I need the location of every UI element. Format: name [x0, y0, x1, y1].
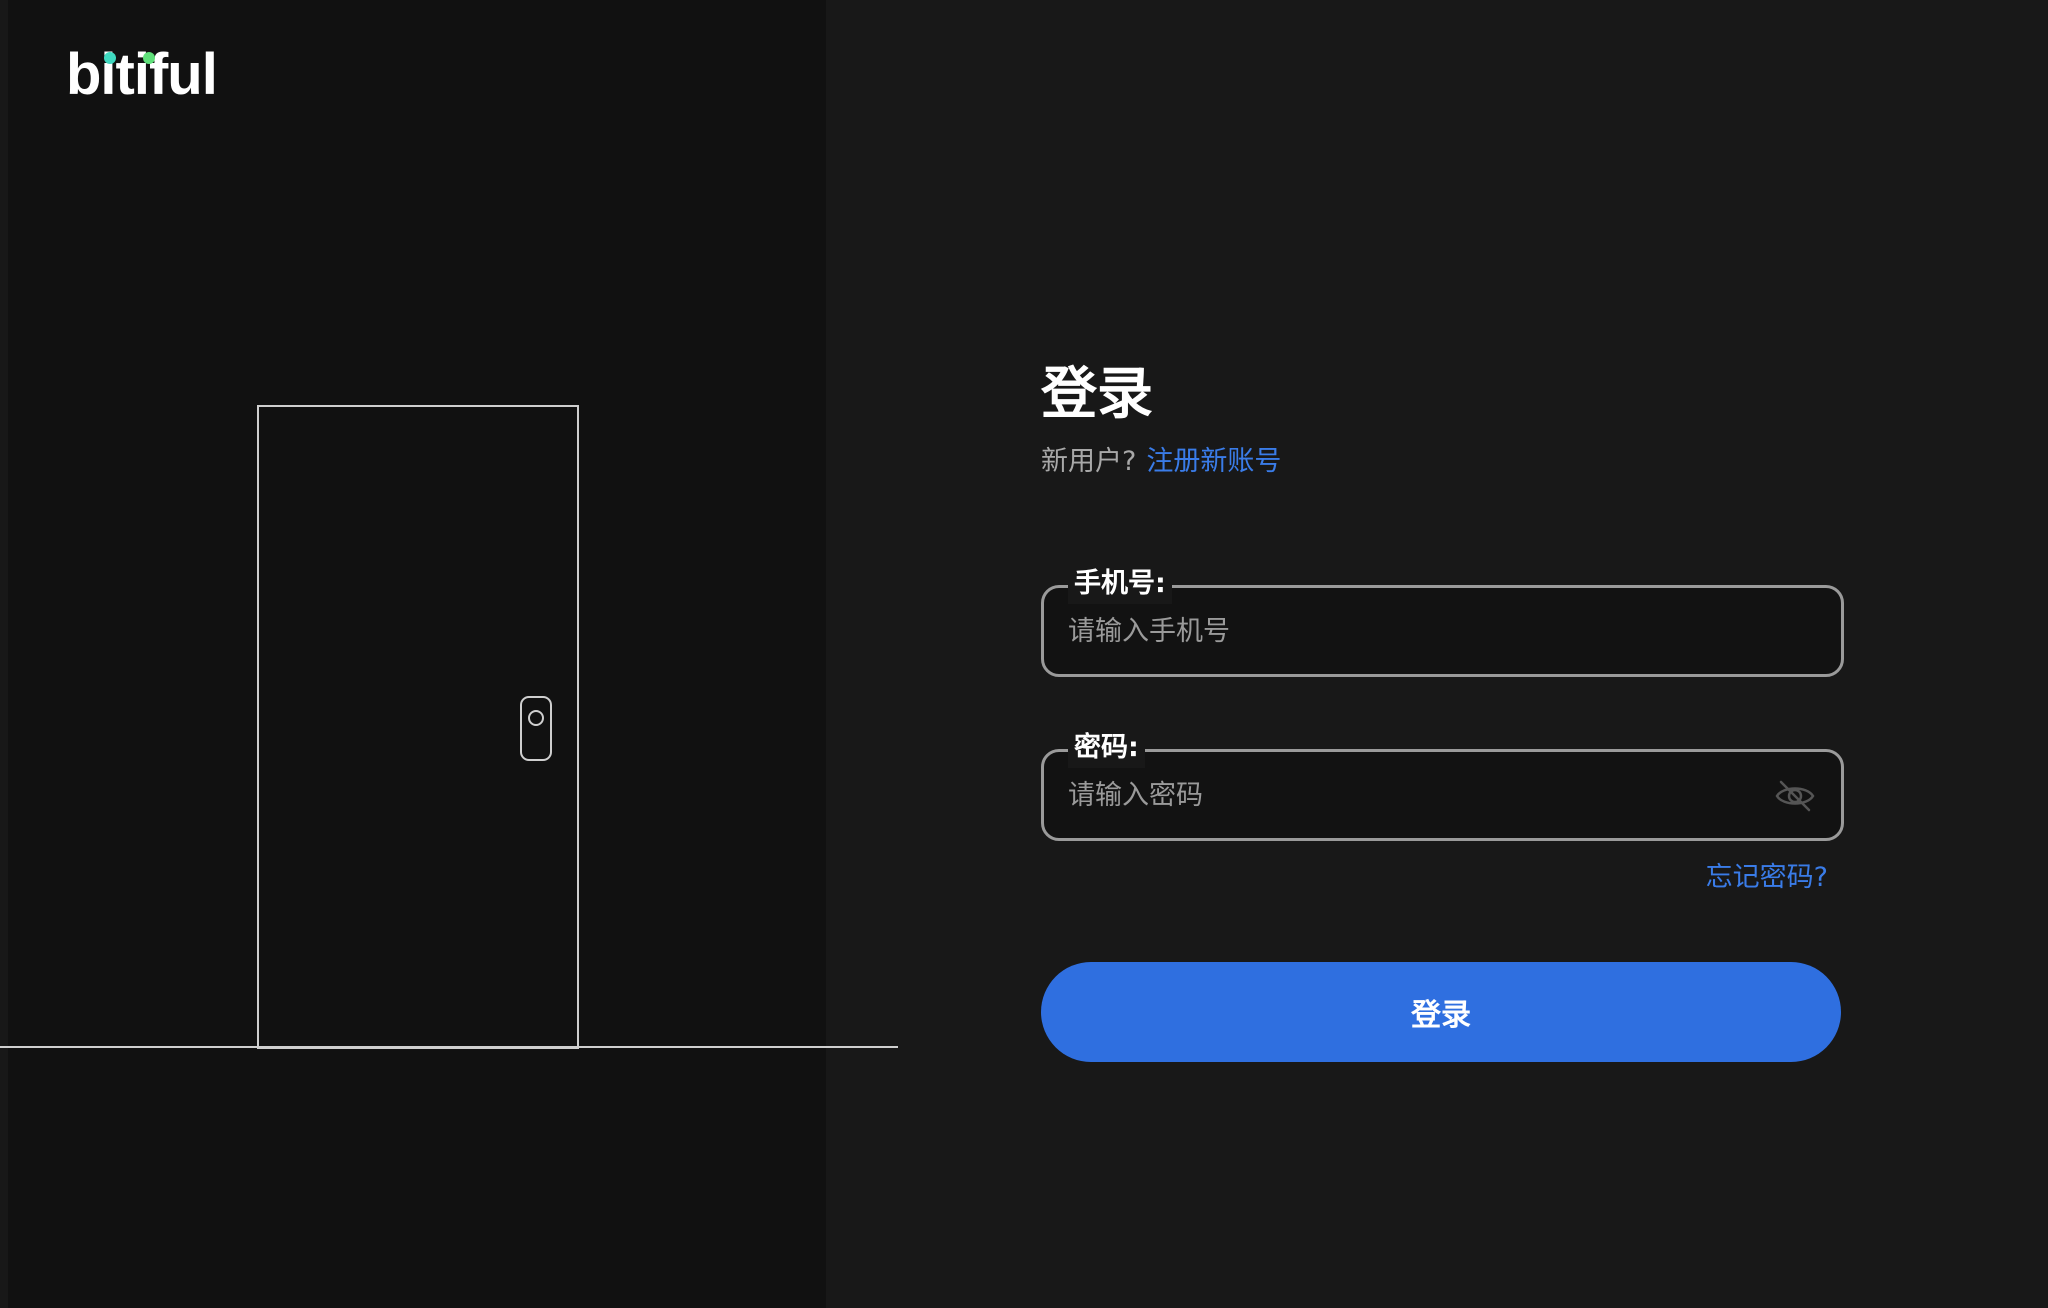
door-illustration [0, 405, 898, 1049]
phone-field: 手机号: [1041, 564, 1844, 677]
password-input[interactable] [1068, 752, 1768, 838]
forgot-password-link[interactable]: 忘记密码? [1706, 858, 1828, 898]
door-keyhole [528, 710, 544, 726]
register-prompt: 新用户? 注册新账号 [1041, 442, 1281, 482]
phone-input[interactable] [1068, 588, 1768, 674]
password-field: 密码: [1041, 728, 1844, 841]
door-handle [520, 696, 552, 761]
new-user-text: 新用户? [1041, 446, 1137, 477]
eye-off-icon[interactable] [1773, 778, 1817, 814]
door-frame [257, 405, 579, 1049]
register-link[interactable]: 注册新账号 [1146, 446, 1281, 477]
page-title: 登录 [1041, 362, 1153, 427]
login-button[interactable]: 登录 [1041, 962, 1841, 1062]
